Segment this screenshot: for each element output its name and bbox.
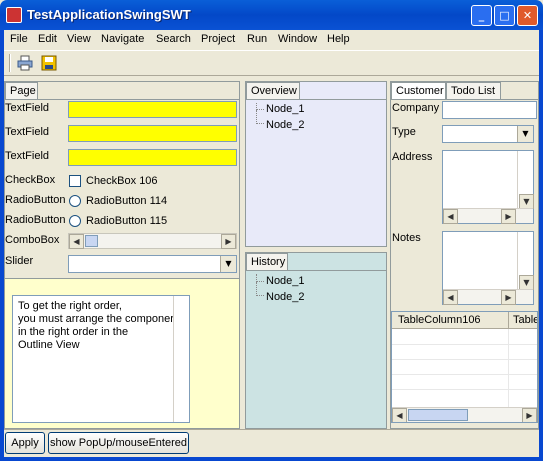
- table-row: [392, 374, 537, 375]
- table-header-col-1[interactable]: TableColumn106: [392, 312, 509, 329]
- textfield-2[interactable]: [68, 125, 237, 142]
- tab-overview[interactable]: Overview: [246, 82, 300, 100]
- app-icon: [6, 7, 22, 23]
- textfield-label-1: TextField: [5, 102, 50, 114]
- scroll-right-arrow-icon[interactable]: ▶: [501, 209, 516, 224]
- scroll-thumb[interactable]: [85, 235, 98, 247]
- radio-button-114[interactable]: [69, 195, 81, 207]
- minimize-button[interactable]: _: [471, 5, 492, 26]
- window-frame-right: [539, 30, 543, 461]
- menu-file[interactable]: File: [10, 33, 28, 45]
- scroll-right-arrow-icon[interactable]: ▶: [522, 408, 537, 422]
- scroll-down-arrow-icon[interactable]: ▼: [519, 194, 534, 209]
- textfield-3[interactable]: [68, 149, 237, 166]
- menu-view[interactable]: View: [67, 33, 91, 45]
- customer-table[interactable]: TableColumn106 Table ◀ ▶: [391, 311, 538, 423]
- apply-button[interactable]: Apply: [5, 432, 45, 454]
- scroll-left-arrow-icon[interactable]: ◀: [392, 408, 407, 422]
- notes-label: Notes: [392, 232, 421, 244]
- table-hscroll[interactable]: ◀ ▶: [392, 407, 537, 422]
- note-line-4: Outline View: [18, 339, 80, 351]
- tree-connector: [256, 274, 264, 282]
- history-node-1[interactable]: Node_1: [266, 275, 305, 287]
- table-row: [392, 344, 537, 345]
- menu-project[interactable]: Project: [201, 33, 235, 45]
- window-frame-bottom: [0, 457, 543, 461]
- company-label: Company: [392, 102, 440, 114]
- scroll-left-arrow-icon[interactable]: ◀: [443, 290, 458, 305]
- scroll-left-arrow-icon[interactable]: ◀: [443, 209, 458, 224]
- company-input[interactable]: [442, 101, 537, 119]
- note-line-1: To get the right order,: [18, 300, 122, 312]
- address-label: Address: [392, 151, 433, 163]
- overview-node-2[interactable]: Node_2: [266, 119, 305, 131]
- scroll-thumb[interactable]: [408, 409, 468, 421]
- notes-hscroll[interactable]: ◀ ▶: [443, 289, 533, 305]
- table-header-col-2[interactable]: Table: [509, 312, 537, 329]
- type-label: Type: [392, 126, 416, 138]
- menu-edit[interactable]: Edit: [38, 33, 57, 45]
- window-title: TestApplicationSwingSWT: [27, 7, 191, 22]
- slider-dropdown[interactable]: ▼: [68, 255, 237, 273]
- toolbar-grip[interactable]: [9, 54, 11, 72]
- chevron-down-icon[interactable]: ▼: [220, 256, 236, 272]
- tab-divider: [5, 99, 239, 100]
- note-textarea[interactable]: To get the right order, you must arrange…: [12, 295, 190, 423]
- scroll-down-arrow-icon[interactable]: ▼: [519, 275, 534, 290]
- chevron-down-icon[interactable]: ▼: [517, 126, 533, 142]
- tab-divider: [246, 270, 386, 271]
- note-line-2: you must arrange the componer: [18, 313, 174, 325]
- radio-button-115-text[interactable]: RadioButton 115: [86, 215, 167, 227]
- type-dropdown[interactable]: ▼: [442, 125, 534, 143]
- combobox-row-label: ComboBox: [5, 234, 60, 246]
- menu-search[interactable]: Search: [156, 33, 191, 45]
- tab-page[interactable]: Page: [5, 82, 38, 100]
- tree-connector: [256, 282, 264, 296]
- table-row: [392, 389, 537, 390]
- checkbox-106-text[interactable]: CheckBox 106: [86, 175, 158, 187]
- menu-bar: File Edit View Navigate Search Project R…: [4, 30, 539, 49]
- menu-window[interactable]: Window: [278, 33, 317, 45]
- table-col-divider: [508, 329, 509, 409]
- textfield-1[interactable]: [68, 101, 237, 118]
- show-popup-button[interactable]: show PopUp/mouseEntered: [48, 432, 189, 454]
- menu-navigate[interactable]: Navigate: [101, 33, 144, 45]
- radio-row-label-1: RadioButton: [5, 194, 66, 206]
- notes-textarea[interactable]: ▼ ◀ ▶: [442, 231, 534, 305]
- save-icon[interactable]: [41, 55, 57, 71]
- print-icon[interactable]: [17, 55, 33, 71]
- radio-button-114-text[interactable]: RadioButton 114: [86, 195, 167, 207]
- radio-row-label-2: RadioButton: [5, 214, 66, 226]
- combobox-scrollbar[interactable]: ◀ ▶: [68, 233, 237, 249]
- menu-run[interactable]: Run: [247, 33, 267, 45]
- checkbox-row-label: CheckBox: [5, 174, 56, 186]
- history-node-2[interactable]: Node_2: [266, 291, 305, 303]
- tab-customer[interactable]: Customer: [391, 82, 446, 100]
- menu-help[interactable]: Help: [327, 33, 350, 45]
- tab-todo-list[interactable]: Todo List: [446, 82, 501, 100]
- table-row: [392, 329, 537, 330]
- tab-divider: [391, 99, 538, 100]
- slider-row-label: Slider: [5, 255, 34, 267]
- address-textarea[interactable]: ▼ ◀ ▶: [442, 150, 534, 224]
- maximize-button[interactable]: □: [494, 5, 515, 26]
- textfield-label-2: TextField: [5, 126, 50, 138]
- radio-button-115[interactable]: [69, 215, 81, 227]
- note-scrollbar[interactable]: [173, 296, 189, 422]
- tree-connector: [256, 110, 264, 124]
- scroll-right-arrow-icon[interactable]: ▶: [501, 290, 516, 305]
- overview-node-1[interactable]: Node_1: [266, 103, 305, 115]
- scroll-right-arrow-icon[interactable]: ▶: [221, 234, 236, 249]
- toolbar: [4, 50, 539, 76]
- checkbox-106[interactable]: [69, 175, 81, 187]
- close-button[interactable]: ✕: [517, 5, 538, 26]
- note-line-3: in the right order in the: [18, 326, 129, 338]
- tab-divider: [246, 99, 386, 100]
- textfield-label-3: TextField: [5, 150, 50, 162]
- tree-connector: [256, 103, 264, 110]
- table-row: [392, 359, 537, 360]
- scroll-left-arrow-icon[interactable]: ◀: [69, 234, 84, 249]
- address-hscroll[interactable]: ◀ ▶: [443, 208, 533, 224]
- tab-history[interactable]: History: [246, 253, 288, 271]
